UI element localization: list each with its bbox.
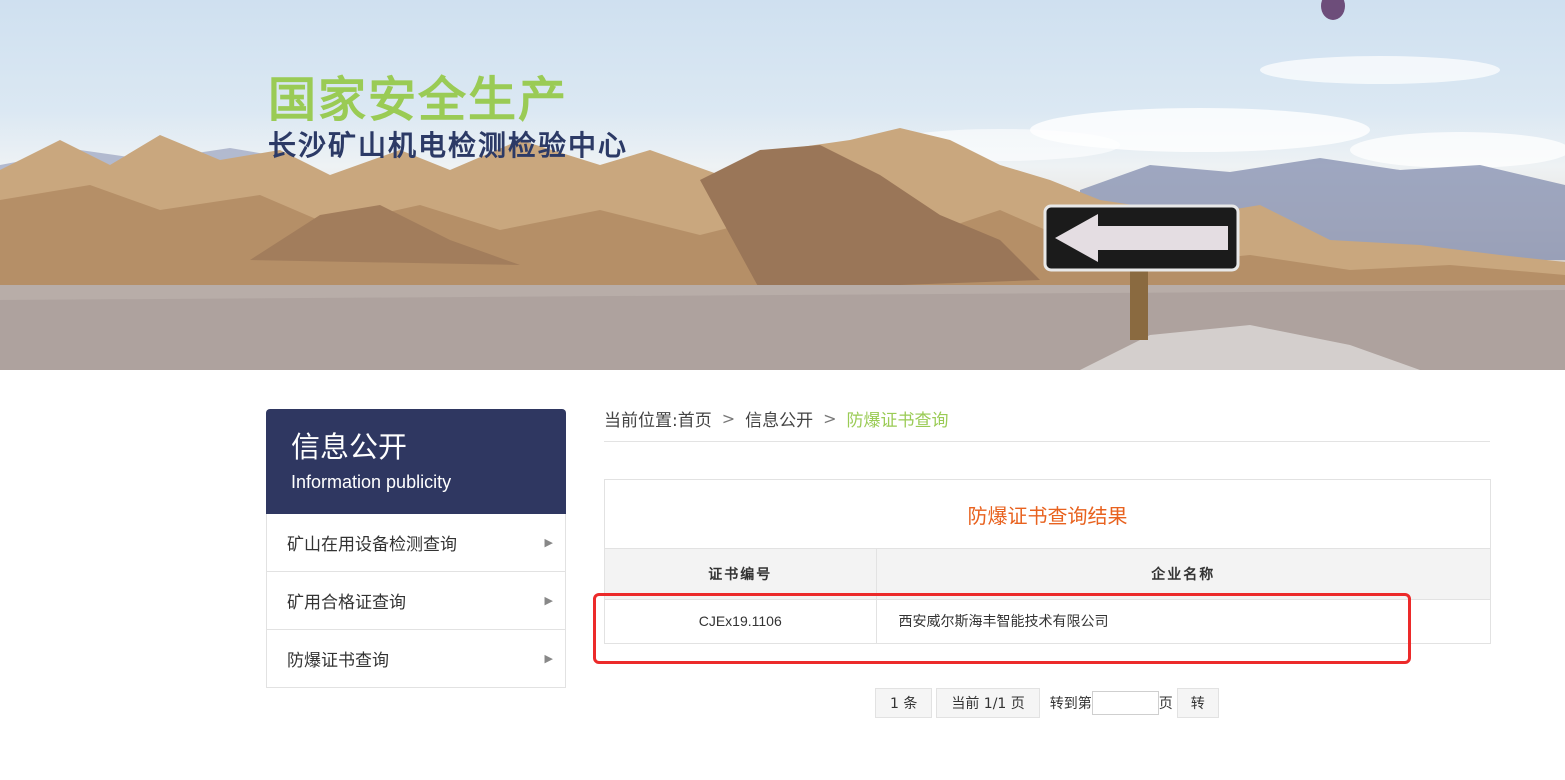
caret-right-icon: ▶ <box>544 536 553 549</box>
sidebar-item-label: 矿山在用设备检测查询 <box>287 535 457 555</box>
breadcrumb-section-link[interactable]: 信息公开 <box>745 406 813 431</box>
cell-cert-no: CJEx19.1106 <box>605 599 877 643</box>
column-header-cert-no: 证书编号 <box>605 549 877 600</box>
banner-landscape-image <box>0 0 1565 370</box>
breadcrumb-separator: > <box>721 408 736 428</box>
breadcrumb-home-link[interactable]: 首页 <box>678 406 712 431</box>
sidebar-header: 信息公开 Information publicity <box>266 409 566 514</box>
breadcrumb: 当前位置: 首页 > 信息公开 > 防爆证书查询 <box>604 395 1490 442</box>
sidebar-item-qualification-cert[interactable]: 矿用合格证查询 ▶ <box>266 572 566 630</box>
goto-page-input[interactable] <box>1091 691 1159 715</box>
result-table: 证书编号 企业名称 CJEx19.1106 西安威尔斯海丰智能技术有限公司 <box>605 549 1490 643</box>
sidebar-title: 信息公开 <box>291 430 408 464</box>
result-count: 1 条 <box>875 688 933 718</box>
table-row: CJEx19.1106 西安威尔斯海丰智能技术有限公司 <box>605 599 1490 643</box>
header-banner: 国家安全生产 长沙矿山机电检测检验中心 <box>0 0 1565 370</box>
sidebar-item-equipment-inspection[interactable]: 矿山在用设备检测查询 ▶ <box>266 514 566 572</box>
breadcrumb-separator: > <box>823 408 837 428</box>
column-header-company: 企业名称 <box>876 549 1490 600</box>
goto-suffix-label: 页 <box>1158 696 1173 712</box>
sidebar: 信息公开 Information publicity 矿山在用设备检测查询 ▶ … <box>266 409 566 688</box>
goto-prefix-label: 转到第 <box>1049 696 1092 712</box>
result-panel: 防爆证书查询结果 证书编号 企业名称 CJEx19.1106 西安威尔斯海丰智能… <box>604 479 1491 644</box>
caret-right-icon: ▶ <box>544 594 553 607</box>
breadcrumb-prefix: 当前位置: <box>604 410 678 431</box>
breadcrumb-current: 防爆证书查询 <box>846 410 949 431</box>
page-info: 当前 1/1 页 <box>936 688 1040 718</box>
result-title: 防爆证书查询结果 <box>605 480 1490 549</box>
sidebar-item-label: 防爆证书查询 <box>287 651 389 671</box>
table-header-row: 证书编号 企业名称 <box>605 549 1490 600</box>
sidebar-item-label: 矿用合格证查询 <box>287 593 406 613</box>
cell-company: 西安威尔斯海丰智能技术有限公司 <box>898 614 1109 631</box>
sidebar-item-explosion-proof-cert[interactable]: 防爆证书查询 ▶ <box>266 630 566 688</box>
pagination: 1 条 当前 1/1 页 转到第 页 转 <box>875 688 1219 718</box>
goto-button[interactable]: 转 <box>1176 688 1219 718</box>
caret-right-icon: ▶ <box>544 652 553 665</box>
banner-title: 国家安全生产 <box>268 72 569 128</box>
sidebar-subtitle: Information publicity <box>291 472 452 492</box>
banner-subtitle: 长沙矿山机电检测检验中心 <box>268 129 629 162</box>
